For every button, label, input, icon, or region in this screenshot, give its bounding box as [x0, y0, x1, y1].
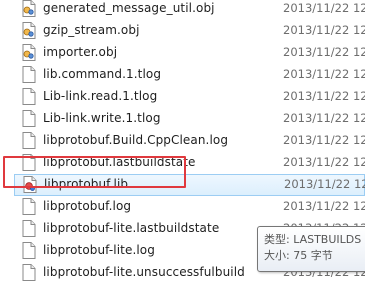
- file-date-modified: 2013/11/22 12: [283, 1, 365, 15]
- document-file-icon: [22, 198, 36, 215]
- document-file-icon: [22, 88, 36, 105]
- file-name: libprotobuf.log: [43, 199, 132, 213]
- file-row[interactable]: generated_message_util.obj 2013/11/22 12: [14, 0, 365, 20]
- document-file-icon: [22, 132, 36, 149]
- file-date-modified: 2013/11/22 12: [283, 155, 365, 169]
- file-date-modified: 2013/11/22 12: [283, 199, 365, 213]
- file-row-content: gzip_stream.obj 2013/11/22 12: [14, 20, 365, 42]
- document-file-icon: [22, 66, 36, 83]
- file-name: generated_message_util.obj: [43, 1, 215, 15]
- file-row-content: generated_message_util.obj 2013/11/22 12: [14, 0, 365, 20]
- document-file-icon: [22, 220, 36, 237]
- file-name: gzip_stream.obj: [43, 23, 140, 37]
- file-row-content: Lib-link.read.1.tlog 2013/11/22 12: [14, 86, 365, 108]
- file-row[interactable]: libprotobuf.Build.CppClean.log 2013/11/22…: [14, 130, 365, 152]
- file-date-modified: 2013/11/22 12: [283, 133, 365, 147]
- document-file-icon: [22, 242, 36, 259]
- file-row[interactable]: Lib-link.read.1.tlog 2013/11/22 12: [14, 86, 365, 108]
- file-info-tooltip: 类型: LASTBUILDS 大小: 75 字节: [257, 226, 365, 272]
- obj-file-icon: [22, 22, 36, 39]
- file-name: libprotobuf-lite.unsuccessfulbuild: [43, 265, 245, 279]
- file-date-modified: 2013/11/22 12: [283, 45, 365, 59]
- file-row[interactable]: lib.command.1.tlog 2013/11/22 12: [14, 64, 365, 86]
- file-row-content: lib.command.1.tlog 2013/11/22 12: [14, 64, 365, 86]
- file-row-content: Lib-link.write.1.tlog 2013/11/22 12: [14, 108, 365, 130]
- file-list: generated_message_util.obj 2013/11/22 12 g…: [0, 0, 365, 281]
- file-name: libprotobuf.Build.CppClean.log: [43, 133, 229, 147]
- file-row[interactable]: Lib-link.write.1.tlog 2013/11/22 12: [14, 108, 365, 130]
- file-name: Lib-link.read.1.tlog: [43, 89, 158, 103]
- file-name: lib.command.1.tlog: [43, 67, 162, 81]
- tooltip-size-line: 大小: 75 字节: [264, 249, 333, 262]
- document-file-icon: [22, 110, 36, 127]
- file-row[interactable]: importer.obj 2013/11/22 12: [14, 42, 365, 64]
- file-row-content: libprotobuf.log 2013/11/22 12: [14, 196, 365, 218]
- file-name: Lib-link.write.1.tlog: [43, 111, 161, 125]
- file-row-content: libprotobuf.Build.CppClean.log 2013/11/22…: [14, 130, 365, 152]
- obj-file-icon: [22, 44, 36, 61]
- file-name: importer.obj: [43, 45, 118, 59]
- file-date-modified: 2013/11/22 12: [283, 23, 365, 37]
- file-row-content: importer.obj 2013/11/22 12: [14, 42, 365, 64]
- file-date-modified: 2013/11/22 12: [283, 111, 365, 125]
- tooltip-type-line: 类型: LASTBUILDS: [264, 233, 362, 246]
- file-name: libprotobuf-lite.log: [43, 243, 155, 257]
- annotation-highlight-box: [3, 156, 186, 188]
- file-name: libprotobuf-lite.lastbuildstate: [43, 221, 220, 235]
- file-row[interactable]: libprotobuf.log 2013/11/22 12: [14, 196, 365, 218]
- obj-file-icon: [22, 0, 36, 17]
- file-date-modified: 2013/11/22 12: [284, 177, 365, 191]
- file-date-modified: 2013/11/22 12: [283, 67, 365, 81]
- file-row[interactable]: gzip_stream.obj 2013/11/22 12: [14, 20, 365, 42]
- file-date-modified: 2013/11/22 12: [283, 89, 365, 103]
